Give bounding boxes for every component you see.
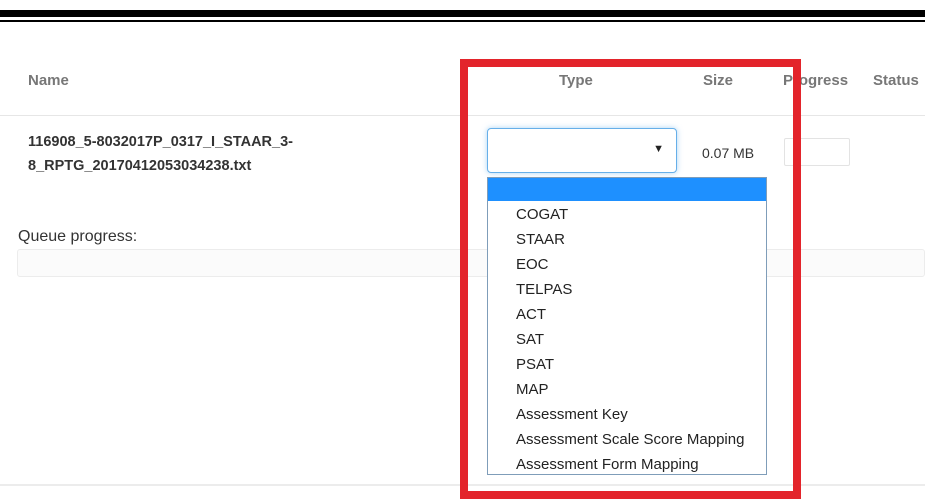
type-dropdown-list[interactable]: COGAT STAAR EOC TELPAS ACT SAT PSAT MAP … bbox=[487, 177, 767, 475]
dropdown-option-assessment-scale-score-mapping[interactable]: Assessment Scale Score Mapping bbox=[516, 427, 744, 452]
queue-progress-bar bbox=[17, 249, 925, 277]
caret-down-icon: ▼ bbox=[653, 143, 664, 155]
dropdown-option-map[interactable]: MAP bbox=[516, 377, 549, 402]
dropdown-option-sat[interactable]: SAT bbox=[516, 327, 544, 352]
column-header-type: Type bbox=[559, 72, 593, 89]
top-rule-thin bbox=[0, 20, 925, 22]
header-divider bbox=[0, 115, 925, 116]
dropdown-option-telpas[interactable]: TELPAS bbox=[516, 277, 572, 302]
dropdown-option-assessment-form-mapping[interactable]: Assessment Form Mapping bbox=[516, 452, 699, 477]
column-header-size: Size bbox=[703, 72, 734, 89]
top-rule-thick bbox=[0, 10, 925, 17]
type-select[interactable]: ▼ bbox=[487, 128, 677, 173]
dropdown-option-blank-highlighted[interactable] bbox=[488, 178, 766, 201]
dropdown-option-act[interactable]: ACT bbox=[516, 302, 546, 327]
column-header-status: Status bbox=[873, 72, 919, 89]
bottom-divider bbox=[0, 484, 925, 486]
column-header-progress: Progress bbox=[783, 72, 849, 89]
file-size: 0.07 MB bbox=[702, 145, 755, 161]
dropdown-option-cogat[interactable]: COGAT bbox=[516, 202, 568, 227]
file-name-line-1: 116908_5-8032017P_0317_I_STAAR_3- bbox=[28, 134, 293, 150]
file-name: 116908_5-8032017P_0317_I_STAAR_3- 8_RPTG… bbox=[28, 130, 358, 178]
dropdown-option-eoc[interactable]: EOC bbox=[516, 252, 549, 277]
file-name-line-2: 8_RPTG_20170412053034238.txt bbox=[28, 158, 252, 174]
dropdown-option-psat[interactable]: PSAT bbox=[516, 352, 554, 377]
dropdown-option-assessment-key[interactable]: Assessment Key bbox=[516, 402, 628, 427]
file-progress-bar bbox=[784, 138, 850, 166]
queue-progress-label: Queue progress: bbox=[18, 228, 138, 245]
column-header-name: Name bbox=[28, 72, 69, 89]
dropdown-option-staar[interactable]: STAAR bbox=[516, 227, 565, 252]
